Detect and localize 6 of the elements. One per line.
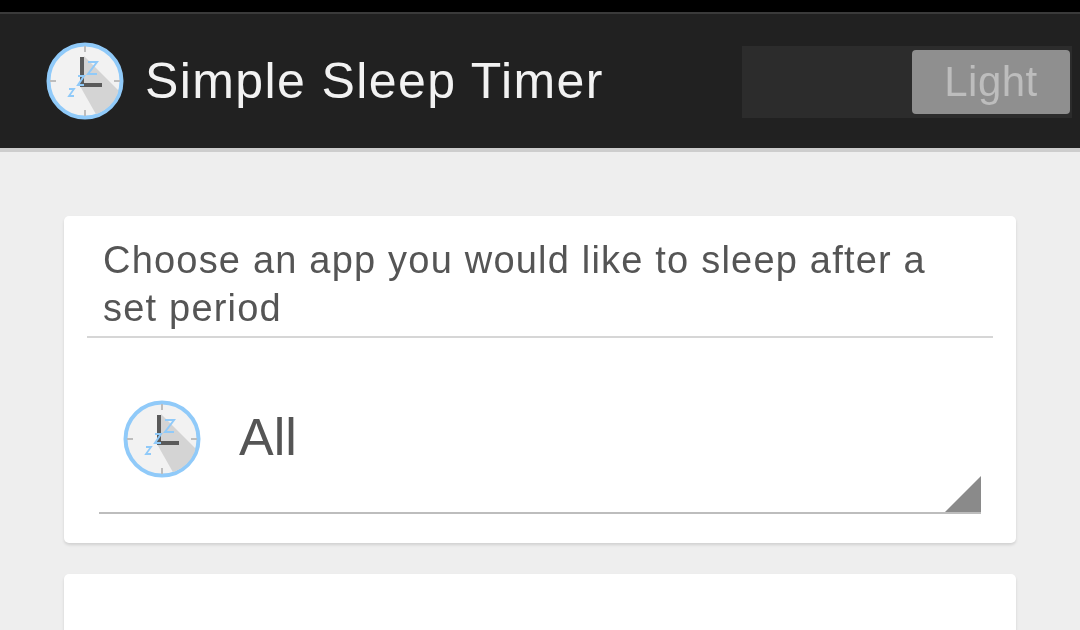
clock-icon — [123, 400, 201, 478]
clock-icon — [46, 42, 124, 120]
card-prompt: Choose an app you would like to sleep after a set period — [102, 238, 927, 331]
app-spinner[interactable]: All — [99, 400, 981, 514]
app-title: Simple Sleep Timer — [145, 52, 605, 110]
dropdown-triangle-icon — [945, 476, 981, 512]
